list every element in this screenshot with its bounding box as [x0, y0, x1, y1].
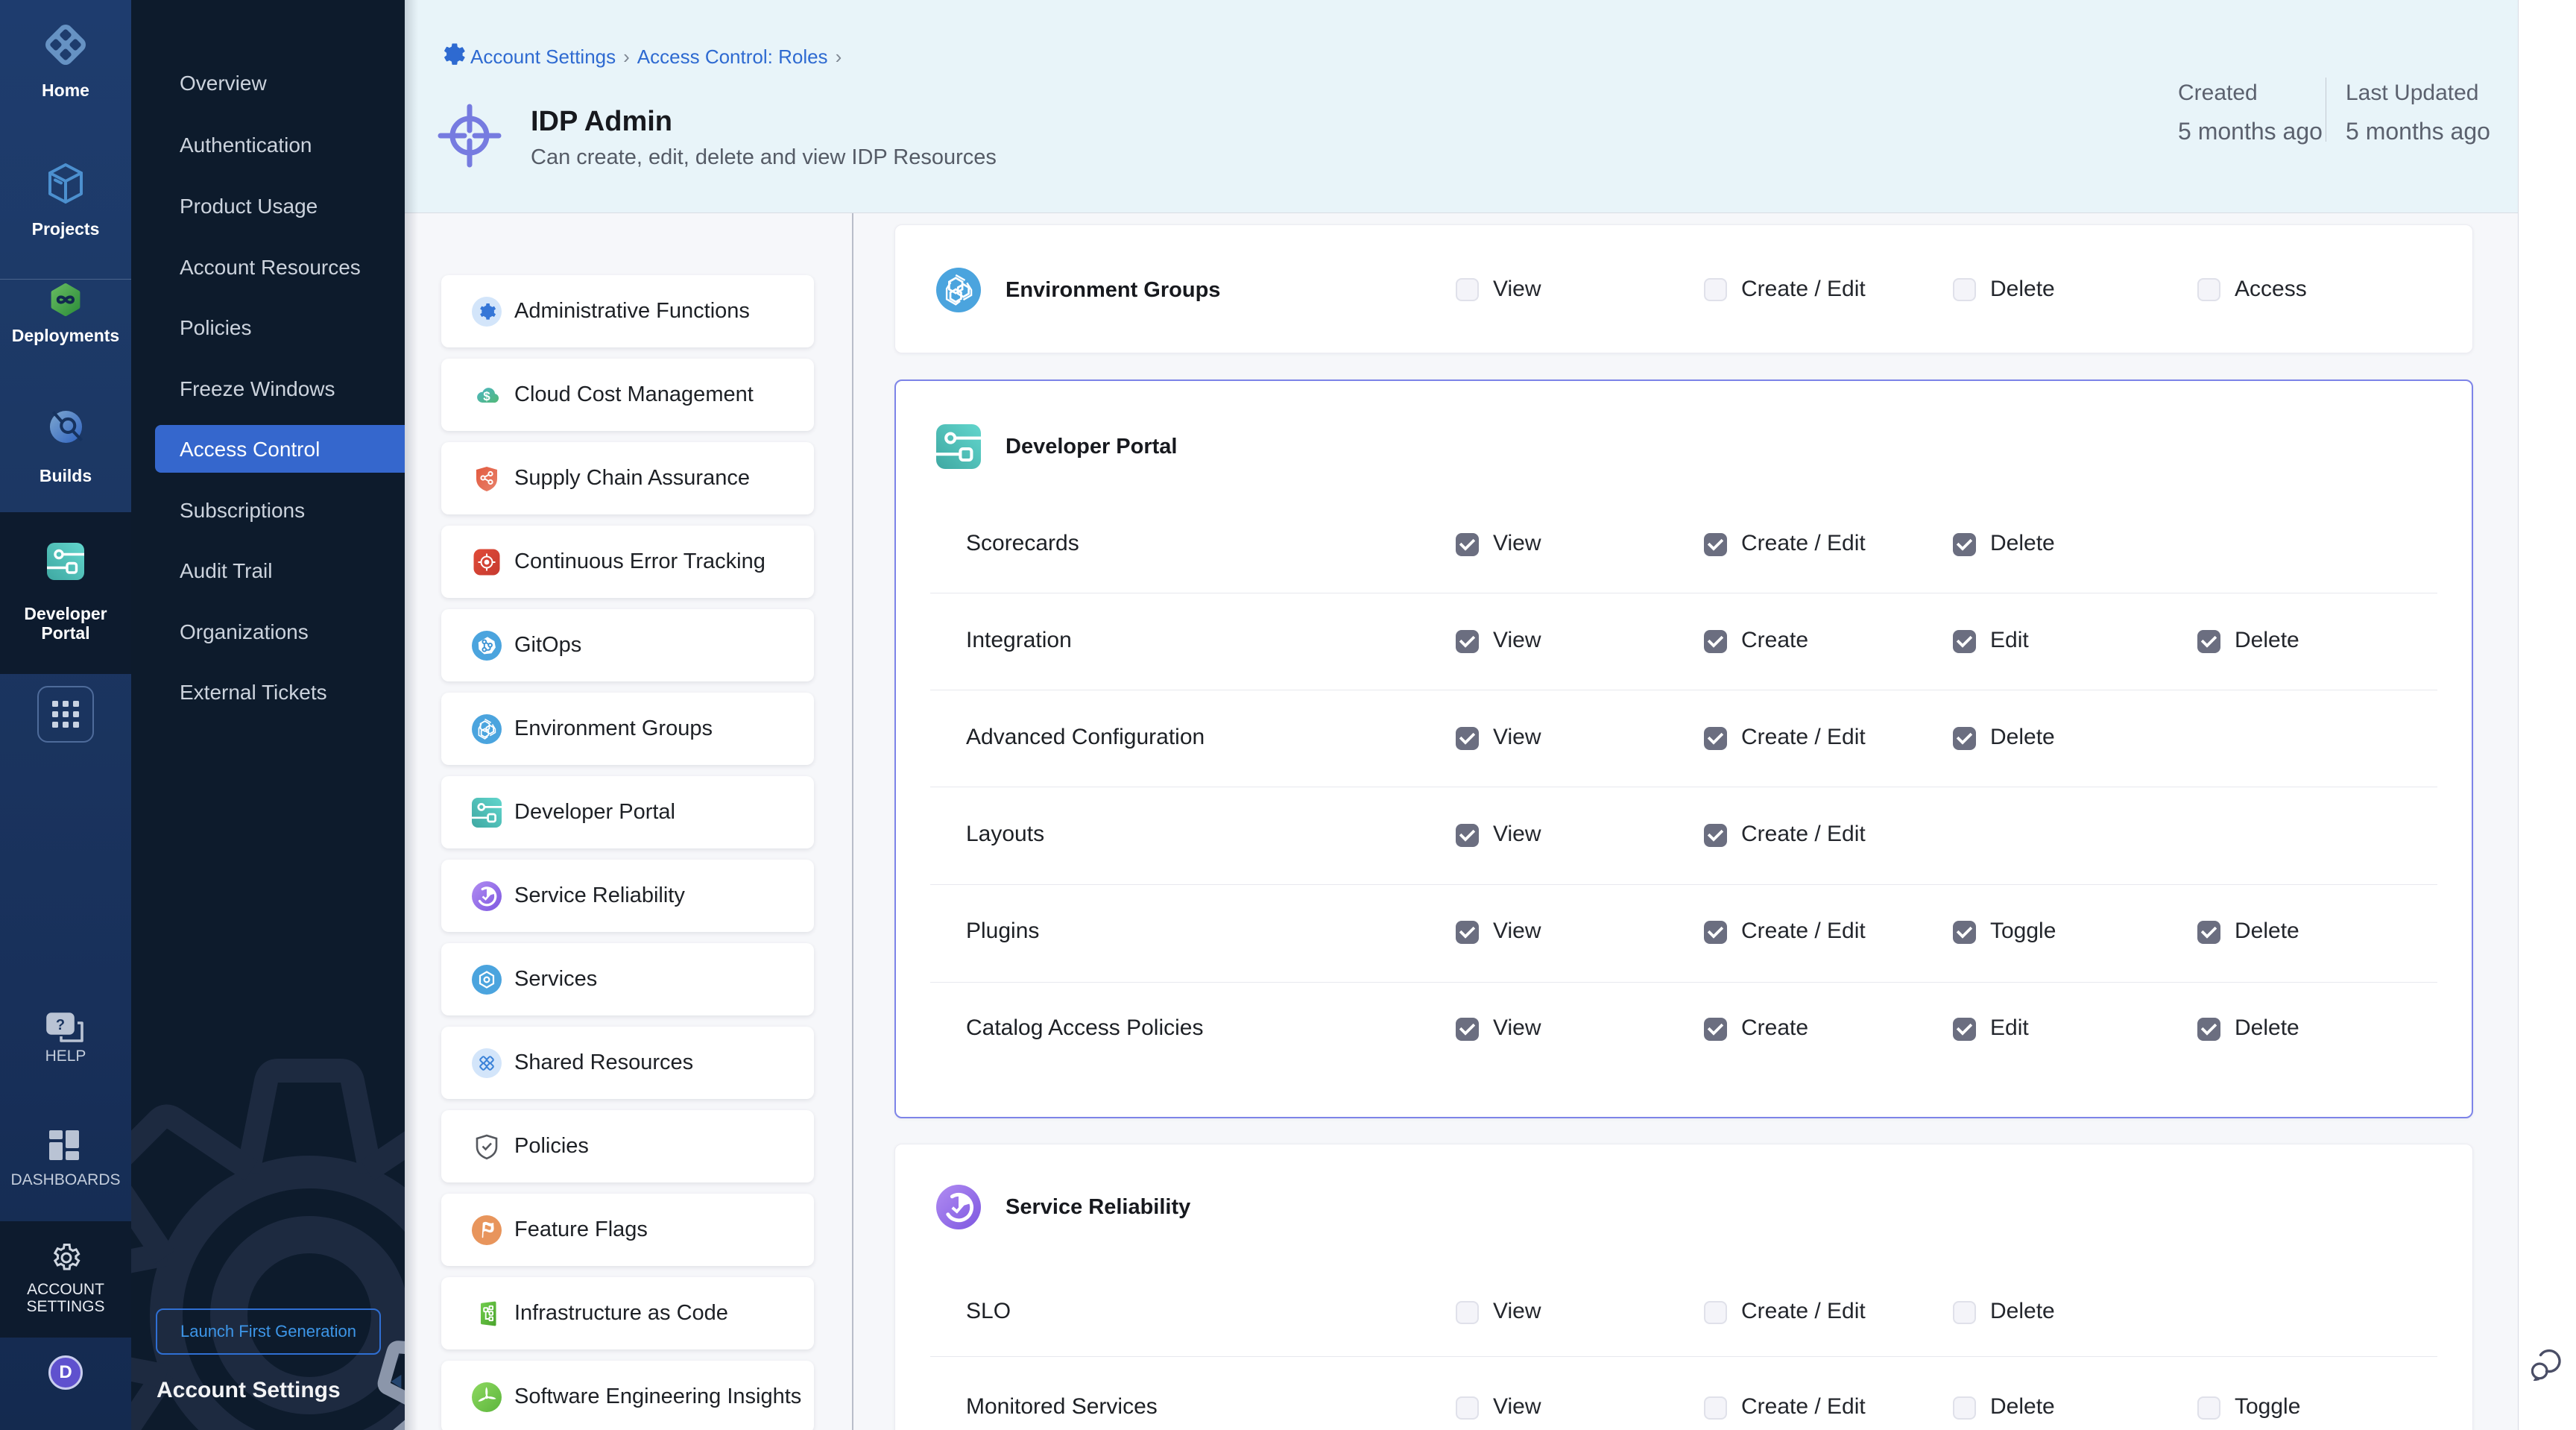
svg-text:$: $ — [483, 389, 490, 403]
svg-text:?: ? — [56, 1017, 65, 1033]
